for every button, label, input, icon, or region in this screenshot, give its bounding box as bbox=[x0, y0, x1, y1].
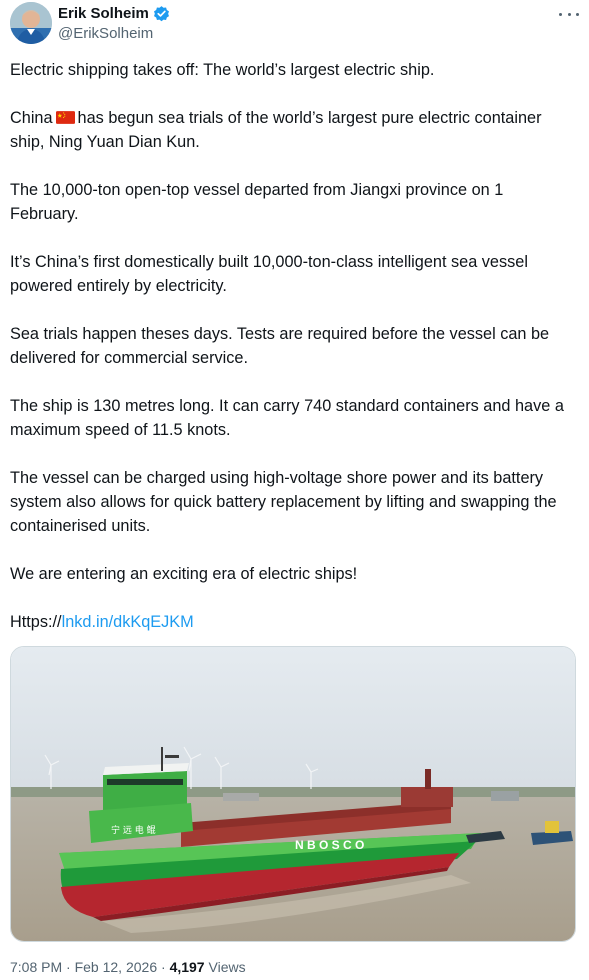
views-label: Views bbox=[208, 959, 246, 975]
tweet-text-segment: has begun sea trials of the world’s larg… bbox=[10, 109, 542, 151]
meta-separator: · bbox=[66, 959, 71, 975]
tweet-paragraph: The vessel can be charged using high-vol… bbox=[10, 469, 557, 535]
ship-bridge-lettering: 宁 远 电 鲲 bbox=[111, 824, 156, 836]
tweet-link[interactable]: lnkd.in/dkKqEJKM bbox=[62, 613, 194, 631]
ship-hull-lettering: N B O S C O bbox=[295, 838, 364, 852]
tweet-meta: 7:08 PM · Feb 12, 2026 · 4,197 Views bbox=[10, 959, 246, 975]
meta-separator: · bbox=[161, 959, 166, 975]
verified-badge-icon bbox=[153, 6, 169, 22]
china-flag-icon bbox=[55, 111, 75, 124]
tweet-paragraph: It’s China’s first domestically built 10… bbox=[10, 253, 528, 295]
tweet-media-photo[interactable]: 宁 远 电 鲲 N B O S C O bbox=[10, 646, 576, 942]
avatar[interactable] bbox=[10, 2, 52, 44]
tweet-date[interactable]: Feb 12, 2026 bbox=[75, 959, 158, 975]
avatar-image bbox=[10, 2, 52, 44]
user-handle[interactable]: @ErikSolheim bbox=[58, 25, 153, 42]
tweet-paragraph: Electric shipping takes off: The world’s… bbox=[10, 61, 435, 79]
tweet-text: Electric shipping takes off: The world’s… bbox=[10, 58, 570, 658]
tweet-header: Erik Solheim @ErikSolheim bbox=[10, 2, 579, 46]
link-prefix: Https:// bbox=[10, 613, 62, 631]
display-name[interactable]: Erik Solheim bbox=[58, 5, 149, 22]
tweet-paragraph: We are entering an exciting era of elect… bbox=[10, 565, 358, 583]
tweet-link-line: Https://lnkd.in/dkKqEJKM bbox=[10, 610, 570, 634]
tweet-time[interactable]: 7:08 PM bbox=[10, 959, 62, 975]
ship-photo: 宁 远 电 鲲 N B O S C O bbox=[11, 647, 575, 941]
tweet-text-segment: China bbox=[10, 109, 53, 127]
more-horizontal-icon[interactable] bbox=[559, 6, 579, 22]
tweet-paragraph: China has begun sea trials of the world’s… bbox=[10, 106, 570, 154]
name-row: Erik Solheim bbox=[58, 5, 170, 22]
tweet-paragraph: The 10,000-ton open-top vessel departed … bbox=[10, 181, 504, 223]
tweet-paragraph: The ship is 130 metres long. It can carr… bbox=[10, 397, 564, 439]
views-count: 4,197 bbox=[169, 959, 205, 975]
tweet-paragraph: Sea trials happen theses days. Tests are… bbox=[10, 325, 550, 367]
